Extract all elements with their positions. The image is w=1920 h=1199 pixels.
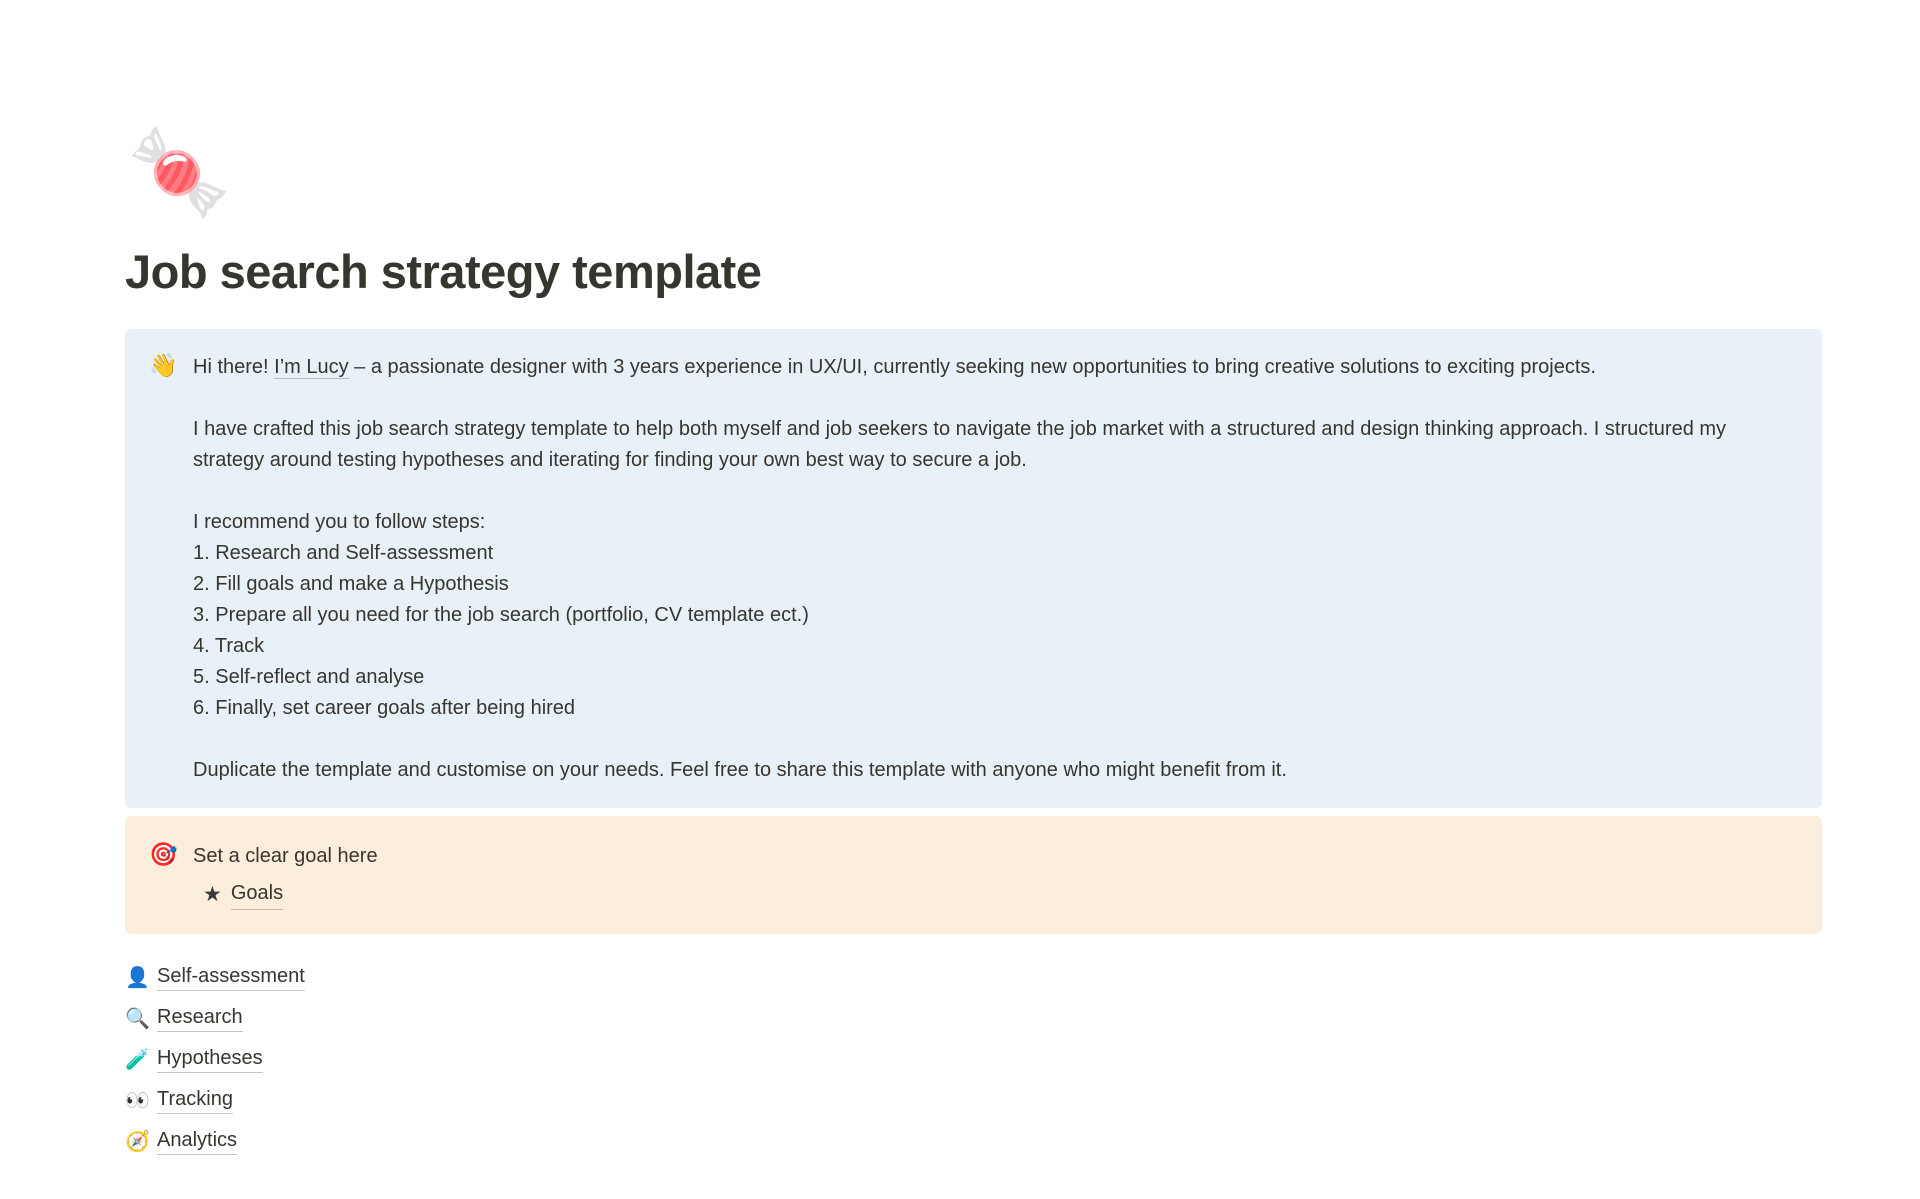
page-link-label[interactable]: Research [157, 1003, 243, 1033]
eyes-emoji: 👀 [125, 1087, 150, 1112]
test-tube-emoji: 🧪 [125, 1046, 150, 1071]
im-lucy-link[interactable]: I’m Lucy [274, 356, 349, 380]
step-item: 4. Track [193, 635, 265, 658]
step-item: 6. Finally, set career goals after being… [193, 697, 576, 720]
greeting-paragraph: Hi there! I’m Lucy – a passionate design… [193, 352, 1794, 383]
step-item: 5. Self-reflect and analyse [193, 666, 425, 689]
page-content: 🍬 Job search strategy template 👋 Hi ther… [125, 0, 1822, 1199]
star-icon: ★ [203, 881, 222, 906]
step-item: 2. Fill goals and make a Hypothesis [193, 573, 509, 596]
step-item: 1. Research and Self-assessment [193, 542, 494, 565]
page-link-self-assessment[interactable]: 👤 Self-assessment [125, 956, 1822, 997]
intro-closing-paragraph: Duplicate the template and customise on … [193, 759, 1287, 782]
intro-callout-body: Hi there! I’m Lucy – a passionate design… [193, 351, 1794, 786]
greeting-text-before: Hi there! [193, 356, 275, 379]
page-link-label[interactable]: Self-assessment [157, 962, 305, 992]
page-title: Job search strategy template [125, 245, 762, 298]
page-link-label[interactable]: Tracking [157, 1085, 233, 1115]
page-link-research[interactable]: 🔍 Research [125, 997, 1822, 1038]
goal-callout: 🎯 Set a clear goal here ★ Goals [125, 816, 1822, 935]
waving-hand-emoji: 👋 [149, 353, 178, 380]
page-link-hypotheses[interactable]: 🧪 Hypotheses [125, 1038, 1822, 1079]
direct-hit-emoji: 🎯 [149, 842, 178, 869]
goals-link-label[interactable]: Goals [230, 878, 284, 911]
goal-callout-body: Set a clear goal here ★ Goals [193, 840, 1794, 911]
intro-paragraph-2: I have crafted this job search strategy … [193, 418, 1727, 472]
page-link-tracking[interactable]: 👀 Tracking [125, 1079, 1822, 1120]
compass-emoji: 🧭 [125, 1128, 150, 1153]
page-link-analytics[interactable]: 🧭 Analytics [125, 1120, 1822, 1161]
greeting-text-after: – a passionate designer with 3 years exp… [348, 356, 1596, 379]
goal-callout-text: Set a clear goal here [193, 845, 378, 868]
document-page: 🍬 Job search strategy template 👋 Hi ther… [0, 0, 1920, 1199]
bust-in-silhouette-emoji: 👤 [125, 964, 150, 989]
page-link-list: 👤 Self-assessment 🔍 Research 🧪 Hypothese… [125, 956, 1822, 1161]
magnifying-glass-emoji: 🔍 [125, 1005, 150, 1030]
page-link-label[interactable]: Hypotheses [157, 1044, 263, 1074]
step-item: 3. Prepare all you need for the job sear… [193, 604, 809, 627]
intro-callout: 👋 Hi there! I’m Lucy – a passionate desi… [125, 329, 1822, 809]
candy-emoji[interactable]: 🍬 [127, 130, 1822, 230]
page-link-label[interactable]: Analytics [157, 1126, 238, 1156]
goals-page-link[interactable]: ★ Goals [193, 878, 1794, 911]
steps-intro: I recommend you to follow steps: [193, 511, 486, 534]
